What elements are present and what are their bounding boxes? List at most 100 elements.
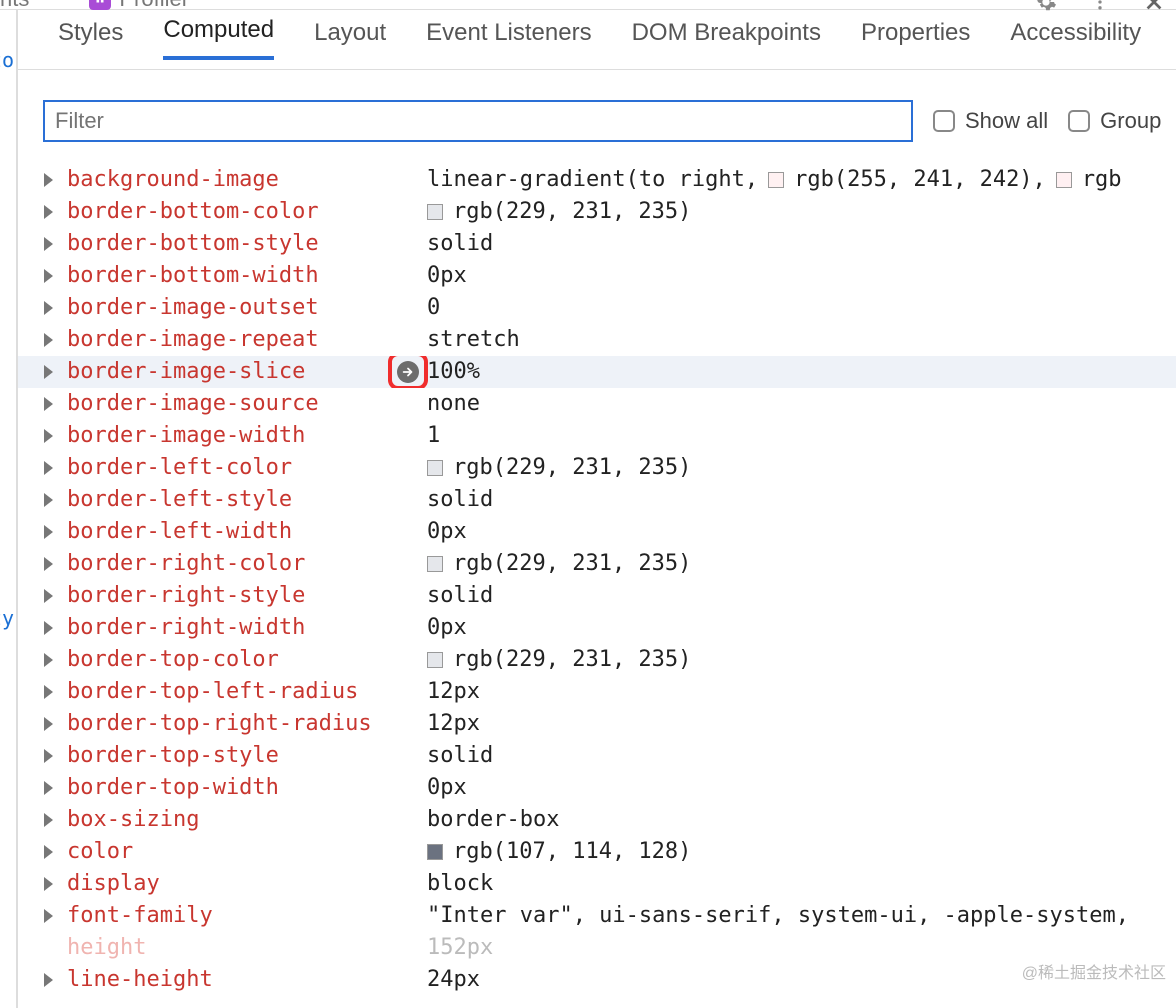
color-swatch-icon[interactable] [427,460,443,476]
close-icon[interactable] [1142,0,1166,14]
property-name: border-image-source [67,388,427,420]
show-all-checkbox[interactable] [933,110,955,132]
property-value: block [427,868,493,900]
property-name: box-sizing [67,804,427,836]
expand-triangle-icon[interactable] [44,205,53,219]
expand-triangle-icon[interactable] [44,717,53,731]
expand-triangle-icon[interactable] [44,237,53,251]
color-swatch-icon[interactable] [427,844,443,860]
left-fragment-b: ty [0,606,14,630]
computed-property-row[interactable]: font-family"Inter var", ui-sans-serif, s… [18,900,1176,932]
property-value: rgb(229, 231, 235) [427,452,691,484]
expand-triangle-icon[interactable] [44,781,53,795]
expand-triangle-icon[interactable] [44,589,53,603]
expand-triangle-icon[interactable] [44,845,53,859]
color-swatch-icon[interactable] [768,172,784,188]
profiler-tab-fragment[interactable]: Profiler [89,0,189,12]
show-all-label: Show all [965,108,1048,134]
property-value: none [427,388,480,420]
computed-property-row[interactable]: displayblock [18,868,1176,900]
property-value: solid [427,228,493,260]
color-swatch-icon[interactable] [427,204,443,220]
tab-computed[interactable]: Computed [163,16,274,60]
property-value: rgb(229, 231, 235) [427,548,691,580]
computed-property-row[interactable]: colorrgb(107, 114, 128) [18,836,1176,868]
expand-triangle-icon[interactable] [44,269,53,283]
color-swatch-icon[interactable] [427,556,443,572]
tab-styles[interactable]: Styles [58,19,123,59]
property-value: 0px [427,516,467,548]
expand-triangle-icon[interactable] [44,749,53,763]
computed-property-row[interactable]: border-top-stylesolid [18,740,1176,772]
expand-triangle-icon[interactable] [44,301,53,315]
tab-layout[interactable]: Layout [314,19,386,59]
computed-property-row[interactable]: border-left-stylesolid [18,484,1176,516]
computed-property-row[interactable]: border-top-left-radius12px [18,676,1176,708]
kebab-menu-icon[interactable] [1088,0,1112,14]
expand-triangle-icon[interactable] [44,461,53,475]
tab-accessibility[interactable]: Accessibility [1010,19,1141,59]
expand-triangle-icon[interactable] [44,493,53,507]
property-name: border-top-right-radius [67,708,427,740]
property-name: border-image-slice [67,356,427,388]
computed-property-row[interactable]: line-height24px [18,964,1176,996]
expand-triangle-icon[interactable] [44,397,53,411]
expand-triangle-icon[interactable] [44,557,53,571]
property-name: font-family [67,900,427,932]
property-name: border-right-color [67,548,427,580]
tab-dom-breakpoints[interactable]: DOM Breakpoints [632,19,821,59]
expand-triangle-icon[interactable] [44,653,53,667]
group-checkbox[interactable] [1068,110,1090,132]
computed-property-row[interactable]: background-imagelinear-gradient(to right… [18,164,1176,196]
filter-input[interactable] [43,100,913,142]
property-name: border-right-width [67,612,427,644]
computed-property-row[interactable]: border-image-slice100% [18,356,1176,388]
property-value: solid [427,740,493,772]
gear-icon[interactable] [1034,0,1058,14]
property-value: linear-gradient(to right, rgb(255, 241, … [427,164,1122,196]
color-swatch-icon[interactable] [1056,172,1072,188]
property-value: rgb(229, 231, 235) [427,196,691,228]
computed-property-row[interactable]: border-bottom-width0px [18,260,1176,292]
property-name: border-left-width [67,516,427,548]
computed-property-row[interactable]: border-top-width0px [18,772,1176,804]
expand-triangle-icon[interactable] [44,429,53,443]
computed-property-row[interactable]: border-top-colorrgb(229, 231, 235) [18,644,1176,676]
property-name: height [67,932,427,964]
tab-event-listeners[interactable]: Event Listeners [426,19,591,59]
computed-property-row[interactable]: box-sizingborder-box [18,804,1176,836]
computed-property-row[interactable]: border-image-width1 [18,420,1176,452]
expand-triangle-icon[interactable] [44,813,53,827]
tab-properties[interactable]: Properties [861,19,970,59]
computed-property-row[interactable]: border-right-width0px [18,612,1176,644]
goto-source-icon[interactable] [394,358,422,386]
expand-triangle-icon[interactable] [44,909,53,923]
computed-property-row[interactable]: border-image-sourcenone [18,388,1176,420]
computed-property-row[interactable]: border-image-repeatstretch [18,324,1176,356]
property-value: 0 [427,292,440,324]
property-value: solid [427,484,493,516]
property-value: solid [427,580,493,612]
computed-property-row[interactable]: border-image-outset0 [18,292,1176,324]
expand-triangle-icon[interactable] [44,525,53,539]
expand-triangle-icon[interactable] [44,365,53,379]
expand-triangle-icon[interactable] [44,685,53,699]
property-name: background-image [67,164,427,196]
computed-property-row[interactable]: border-left-width0px [18,516,1176,548]
expand-triangle-icon[interactable] [44,973,53,987]
color-swatch-icon[interactable] [427,652,443,668]
computed-property-row[interactable]: border-bottom-colorrgb(229, 231, 235) [18,196,1176,228]
property-name: border-right-style [67,580,427,612]
computed-property-row[interactable]: border-right-stylesolid [18,580,1176,612]
computed-property-row[interactable]: height152px [18,932,1176,964]
expand-triangle-icon[interactable] [44,173,53,187]
expand-triangle-icon[interactable] [44,333,53,347]
computed-property-row[interactable]: border-left-colorrgb(229, 231, 235) [18,452,1176,484]
computed-property-row[interactable]: border-top-right-radius12px [18,708,1176,740]
expand-triangle-icon[interactable] [44,877,53,891]
expand-triangle-icon[interactable] [44,621,53,635]
computed-property-row[interactable]: border-right-colorrgb(229, 231, 235) [18,548,1176,580]
property-name: border-image-width [67,420,427,452]
computed-property-row[interactable]: border-bottom-stylesolid [18,228,1176,260]
property-value: 12px [427,676,480,708]
